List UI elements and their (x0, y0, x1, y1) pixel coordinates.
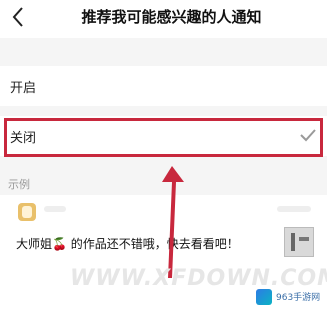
page-title: 推荐我可能感兴趣的人通知 (81, 8, 262, 26)
avatar (18, 203, 36, 221)
username-placeholder (44, 206, 66, 212)
thumbnail-detail (291, 233, 295, 251)
back-button[interactable] (6, 4, 32, 30)
section-label-example: 示例 (8, 178, 30, 191)
chevron-left-icon (12, 7, 23, 27)
top-bar: 推荐我可能感兴趣的人通知 (0, 0, 327, 38)
avatar-face (22, 206, 32, 218)
highlight-box (4, 118, 323, 157)
option-label-on: 开启 (10, 81, 37, 96)
option-row-on[interactable]: 开启 (0, 66, 327, 106)
notification-settings-screen: 推荐我可能感兴趣的人通知 开启 关闭 示例 大师姐🍒 的作品还不错哦，快去看看吧… (0, 0, 327, 318)
logo-mark-icon (256, 289, 272, 305)
thumbnail-detail-2 (299, 237, 309, 241)
site-logo: 963手游网 (254, 286, 326, 310)
site-logo-text: 963手游网 (276, 293, 321, 303)
thumbnail-image (284, 227, 314, 257)
timestamp-placeholder (277, 206, 311, 212)
